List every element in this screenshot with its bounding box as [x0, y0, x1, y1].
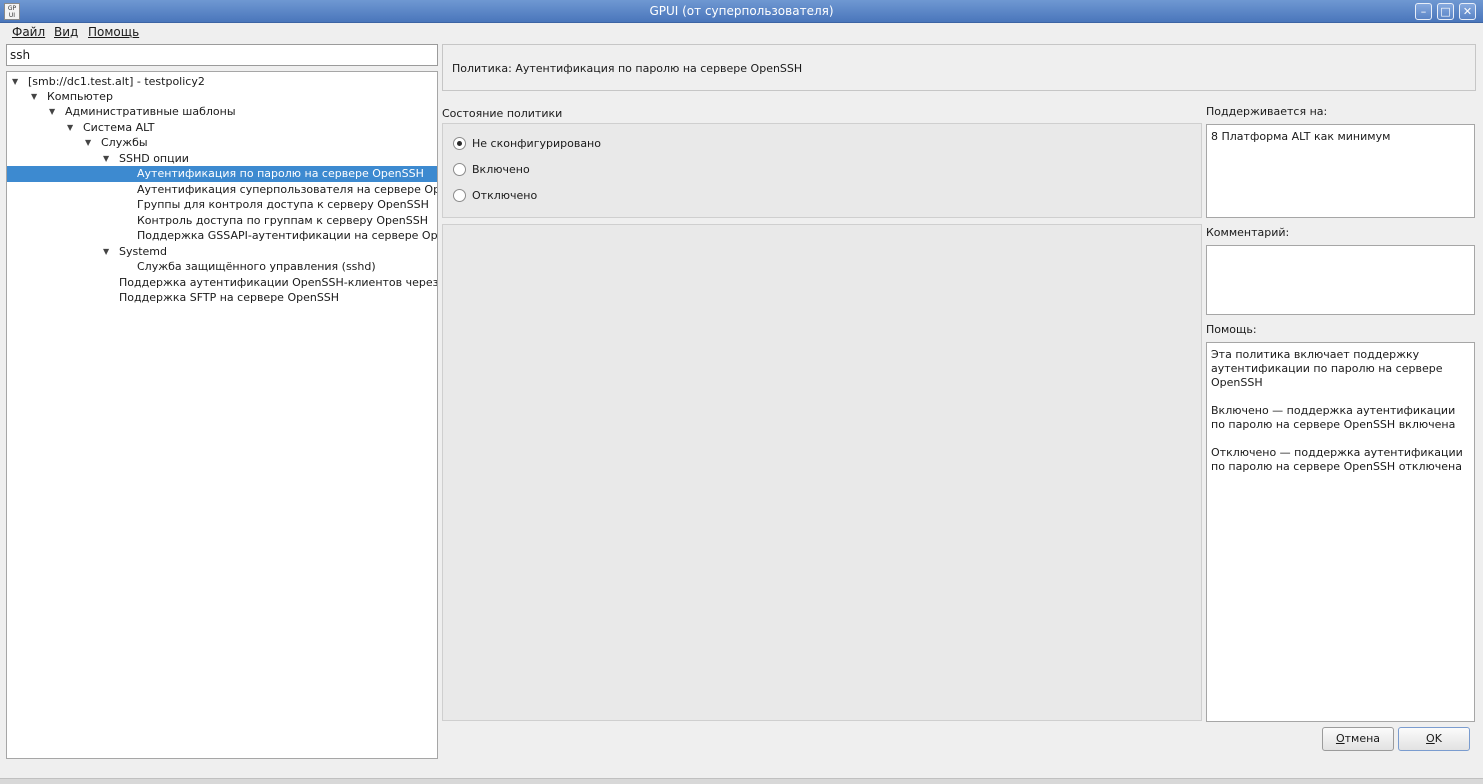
help-field[interactable]: Эта политика включает поддержку аутентиф…	[1206, 342, 1475, 722]
policy-tree[interactable]: ▼ [smb://dc1.test.alt] - testpolicy2 ▼ К…	[6, 71, 438, 759]
tree-item-services[interactable]: ▼ Службы	[7, 135, 437, 151]
tree-item-root[interactable]: ▼ [smb://dc1.test.alt] - testpolicy2	[7, 74, 437, 90]
expand-arrow-icon[interactable]: ▼	[103, 151, 109, 166]
tree-item-sftp[interactable]: Поддержка SFTP на сервере OpenSSH	[7, 290, 437, 306]
help-paragraph: Эта политика включает поддержку аутентиф…	[1211, 348, 1443, 389]
help-paragraph: Включено — поддержка аутентификации по п…	[1211, 404, 1456, 431]
help-label: Помощь:	[1206, 323, 1257, 336]
tree-item-label: Аутентификация суперпользователя на серв…	[137, 183, 438, 196]
tree-item-label: Административные шаблоны	[65, 105, 236, 118]
supported-on-field[interactable]: 8 Платформа ALT как минимум	[1206, 124, 1475, 218]
policy-options-panel	[442, 224, 1202, 721]
radio-icon[interactable]	[453, 189, 466, 202]
menu-help-label: Помощь	[88, 25, 140, 39]
tree-item-sshd-options[interactable]: ▼ SSHD опции	[7, 151, 437, 167]
tree-item-label: Systemd	[119, 245, 168, 258]
tree-item-label: Службы	[101, 136, 148, 149]
ok-button[interactable]: ОK	[1398, 727, 1470, 751]
ok-mnemonic: О	[1426, 732, 1435, 745]
cancel-mnemonic: О	[1335, 732, 1345, 745]
supported-on-label: Поддерживается на:	[1206, 105, 1328, 118]
tree-item-label: [smb://dc1.test.alt] - testpolicy2	[28, 75, 205, 88]
expand-arrow-icon[interactable]: ▼	[85, 135, 91, 150]
menu-view[interactable]: Вид	[54, 25, 78, 39]
tree-item-label: SSHD опции	[119, 152, 189, 165]
radio-checked-icon[interactable]	[453, 137, 466, 150]
menu-view-label: Вид	[54, 25, 79, 39]
tree-item-label: Поддержка GSSAPI-аутентификации на серве…	[137, 229, 438, 242]
maximize-button[interactable]: □	[1437, 3, 1454, 20]
radio-label: Отключено	[472, 189, 538, 202]
tree-item-access-groups[interactable]: Группы для контроля доступа к серверу Op…	[7, 197, 437, 213]
radio-icon[interactable]	[453, 163, 466, 176]
policy-state-group: Не сконфигурировано Включено Отключено	[442, 123, 1202, 218]
tree-item-label: Поддержка аутентификации OpenSSH-клиенто…	[119, 276, 438, 289]
comment-label: Комментарий:	[1206, 226, 1290, 239]
tree-item-admin-templates[interactable]: ▼ Административные шаблоны	[7, 104, 437, 120]
tree-item-password-auth[interactable]: Аутентификация по паролю на сервере Open…	[7, 166, 437, 182]
tree-item-gssapi[interactable]: Поддержка GSSAPI-аутентификации на серве…	[7, 228, 437, 244]
tree-item-group-access-control[interactable]: Контроль доступа по группам к серверу Op…	[7, 213, 437, 229]
menu-file-label: Файл	[12, 25, 46, 39]
window-title: GPUI (от суперпользователя)	[649, 4, 834, 18]
ok-label: K	[1434, 732, 1442, 745]
expand-arrow-icon[interactable]: ▼	[49, 104, 55, 119]
comment-field[interactable]	[1206, 245, 1475, 315]
tree-item-label: Поддержка SFTP на сервере OpenSSH	[119, 291, 340, 304]
expand-arrow-icon[interactable]: ▼	[31, 89, 37, 104]
tree-item-label: Аутентификация по паролю на сервере Open…	[137, 167, 424, 180]
expand-arrow-icon[interactable]: ▼	[67, 120, 73, 135]
menu-file[interactable]: Файл	[12, 25, 45, 39]
tree-item-label: Компьютер	[47, 90, 113, 103]
tree-item-label: Группы для контроля доступа к серверу Op…	[137, 198, 429, 211]
policy-state-label: Состояние политики	[442, 107, 563, 120]
tree-item-label: Система ALT	[83, 121, 155, 134]
cancel-label: тмена	[1344, 732, 1381, 745]
expand-arrow-icon[interactable]: ▼	[103, 244, 109, 259]
radio-label: Включено	[472, 163, 530, 176]
cancel-button[interactable]: Отмена	[1322, 727, 1394, 751]
help-paragraph: Отключено — поддержка аутентификации по …	[1211, 446, 1463, 473]
tree-item-root-auth[interactable]: Аутентификация суперпользователя на серв…	[7, 182, 437, 198]
tree-item-systemd[interactable]: ▼ Systemd	[7, 244, 437, 260]
title-bar: GP UI GPUI (от суперпользователя) – □ ✕	[0, 0, 1483, 23]
menu-help[interactable]: Помощь	[88, 25, 139, 39]
search-input[interactable]: ssh	[6, 44, 438, 66]
tree-item-computer[interactable]: ▼ Компьютер	[7, 89, 437, 105]
status-bar	[0, 778, 1483, 784]
tree-item-label: Контроль доступа по группам к серверу Op…	[137, 214, 428, 227]
tree-item-client-gssapi[interactable]: Поддержка аутентификации OpenSSH-клиенто…	[7, 275, 437, 291]
policy-title: Политика: Аутентификация по паролю на се…	[442, 44, 1476, 91]
tree-item-sshd-service[interactable]: Служба защищённого управления (sshd)	[7, 259, 437, 275]
radio-label: Не сконфигурировано	[472, 137, 601, 150]
menu-bar: Файл Вид Помощь	[0, 23, 1483, 42]
tree-item-label: Служба защищённого управления (sshd)	[137, 260, 376, 273]
minimize-button[interactable]: –	[1415, 3, 1432, 20]
tree-item-system-alt[interactable]: ▼ Система ALT	[7, 120, 437, 136]
close-button[interactable]: ✕	[1459, 3, 1476, 20]
expand-arrow-icon[interactable]: ▼	[12, 74, 18, 89]
